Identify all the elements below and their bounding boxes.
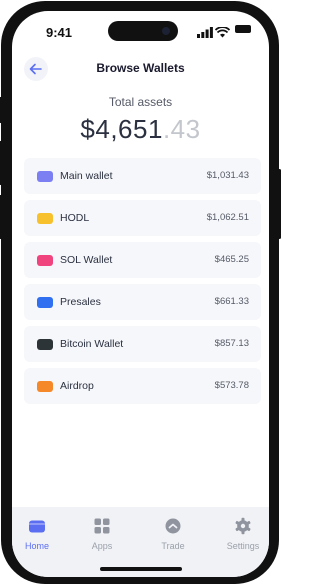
dynamic-island (108, 21, 178, 41)
side-button (278, 169, 281, 239)
wallet-icon (37, 213, 53, 224)
wallet-name: Presales (60, 296, 101, 308)
camera-icon (162, 27, 170, 35)
tab-trade[interactable]: Trade (148, 517, 198, 551)
wallet-icon (37, 255, 53, 266)
tab-label: Home (24, 541, 49, 551)
wallet-name: Bitcoin Wallet (60, 338, 124, 350)
phone-frame: 9:41 Browse Wallets Total assets $4,651.… (0, 1, 281, 584)
app-screen: 9:41 Browse Wallets Total assets $4,651.… (12, 11, 269, 577)
total-assets-label: Total assets (108, 95, 173, 109)
wallet-icon (37, 297, 53, 308)
tab-label: Trade (161, 541, 185, 551)
total-amount-main: $4,651 (80, 114, 163, 144)
wallet-icon (29, 520, 45, 533)
wallet-item[interactable]: Bitcoin Wallet $857.13 (24, 326, 261, 362)
tab-home[interactable]: Home (12, 517, 62, 551)
page-title: Browse Wallets (96, 61, 185, 75)
signal-icon (197, 25, 213, 43)
grid-icon (94, 518, 110, 534)
tab-label: Settings (226, 541, 260, 551)
wallet-value: $661.33 (214, 296, 249, 307)
wallet-list: Main wallet $1,031.43 HODL $1,062.51 SOL… (24, 158, 261, 410)
wallet-icon (37, 381, 53, 392)
wallet-icon (37, 171, 53, 182)
side-button (0, 97, 2, 123)
side-button (0, 195, 2, 239)
tab-settings[interactable]: Settings (218, 517, 268, 551)
wallet-item[interactable]: HODL $1,062.51 (24, 200, 261, 236)
wallet-icon (37, 339, 53, 350)
wallet-item[interactable]: Main wallet $1,031.43 (24, 158, 261, 194)
tab-apps[interactable]: Apps (77, 517, 127, 551)
wallet-name: Main wallet (60, 170, 113, 182)
tab-label: Apps (91, 541, 113, 551)
wallet-value: $573.78 (214, 380, 249, 391)
status-time: 9:41 (46, 25, 73, 40)
status-bar: 9:41 (12, 11, 269, 51)
wallet-item[interactable]: SOL Wallet $465.25 (24, 242, 261, 278)
home-indicator (100, 567, 182, 571)
wallet-name: SOL Wallet (60, 254, 113, 266)
header: Browse Wallets (12, 57, 269, 81)
wallet-item[interactable]: Airdrop $573.78 (24, 368, 261, 404)
total-amount-cents: .43 (162, 114, 201, 144)
trade-icon (165, 518, 181, 534)
wifi-icon (214, 25, 231, 43)
side-button (0, 141, 2, 185)
wallet-value: $1,062.51 (206, 212, 249, 223)
wallet-name: Airdrop (60, 380, 94, 392)
total-assets-amount: $4,651.43 (12, 114, 269, 145)
wallet-item[interactable]: Presales $661.33 (24, 284, 261, 320)
wallet-value: $465.25 (214, 254, 249, 265)
gear-icon (235, 517, 251, 535)
wallet-value: $857.13 (214, 338, 249, 349)
tab-bar: Home Apps Trade Settings (12, 507, 269, 577)
battery-icon (235, 25, 251, 33)
wallet-value: $1,031.43 (206, 170, 249, 181)
wallet-name: HODL (60, 212, 90, 224)
